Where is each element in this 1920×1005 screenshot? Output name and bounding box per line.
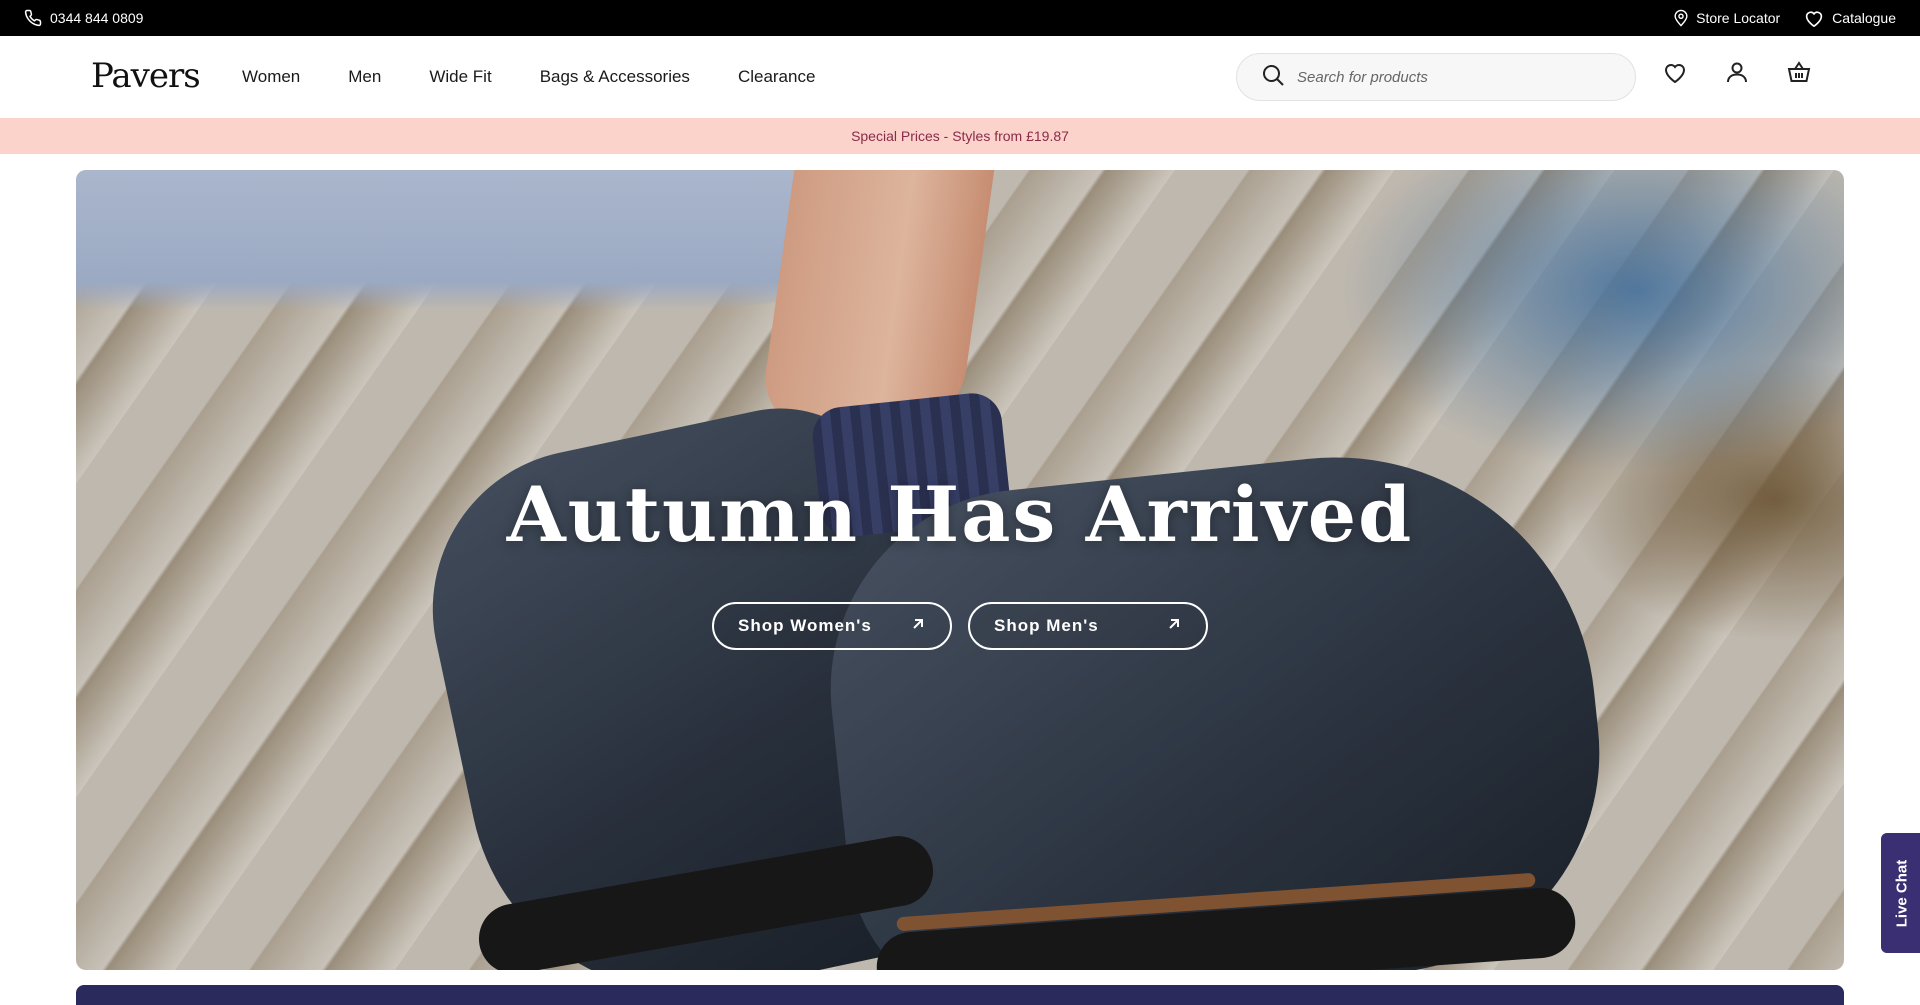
promo-banner[interactable]: Special Prices - Styles from £19.87 <box>0 118 1920 154</box>
shop-womens-button[interactable]: Shop Women's <box>712 602 952 650</box>
utility-bar: 0344 844 0809 Store Locator Catalogue <box>0 0 1920 36</box>
arrow-up-right-icon <box>1166 616 1182 637</box>
hero-buttons: Shop Women's Shop Men's <box>712 602 1208 650</box>
shop-mens-label: Shop Men's <box>994 616 1099 635</box>
basket-icon[interactable] <box>1786 59 1812 85</box>
heart-icon <box>1804 9 1824 27</box>
header-icons <box>1662 59 1812 85</box>
phone-icon <box>24 9 42 27</box>
utility-right: Store Locator Catalogue <box>1674 9 1896 27</box>
phone-number: 0344 844 0809 <box>50 10 144 26</box>
catalogue-link[interactable]: Catalogue <box>1804 9 1896 27</box>
site-header: Pavers Women Men Wide Fit Bags & Accesso… <box>0 36 1920 118</box>
hero-banner[interactable]: Autumn Has Arrived Shop Women's Shop Men… <box>76 170 1844 970</box>
location-pin-icon <box>1674 9 1688 27</box>
search-icon[interactable] <box>1261 63 1285 92</box>
phone-link[interactable]: 0344 844 0809 <box>24 9 143 27</box>
live-chat-button[interactable]: Live Chat <box>1881 833 1920 953</box>
next-section-banner <box>76 985 1844 1005</box>
shop-mens-button[interactable]: Shop Men's <box>968 602 1208 650</box>
arrow-up-right-icon <box>910 616 926 637</box>
main-nav: Women Men Wide Fit Bags & Accessories Cl… <box>242 36 815 118</box>
account-icon[interactable] <box>1724 59 1750 85</box>
search-bar[interactable] <box>1236 53 1636 101</box>
nav-item-wide-fit[interactable]: Wide Fit <box>429 67 491 87</box>
wishlist-icon[interactable] <box>1662 59 1688 85</box>
live-chat-label: Live Chat <box>1893 859 1911 927</box>
nav-item-women[interactable]: Women <box>242 67 300 87</box>
shop-womens-label: Shop Women's <box>738 616 872 635</box>
hero-overlay <box>76 170 1844 970</box>
catalogue-label: Catalogue <box>1832 10 1896 26</box>
promo-text: Special Prices - Styles from £19.87 <box>851 128 1069 144</box>
nav-item-men[interactable]: Men <box>348 67 381 87</box>
pavers-logo[interactable]: Pavers <box>91 56 201 96</box>
search-input[interactable] <box>1297 68 1617 86</box>
hero-title: Autumn Has Arrived <box>506 470 1414 559</box>
store-locator-link[interactable]: Store Locator <box>1674 9 1780 27</box>
nav-item-clearance[interactable]: Clearance <box>738 67 816 87</box>
nav-item-bags-accessories[interactable]: Bags & Accessories <box>540 67 690 87</box>
utility-left: 0344 844 0809 <box>24 9 143 27</box>
store-locator-label: Store Locator <box>1696 10 1781 26</box>
